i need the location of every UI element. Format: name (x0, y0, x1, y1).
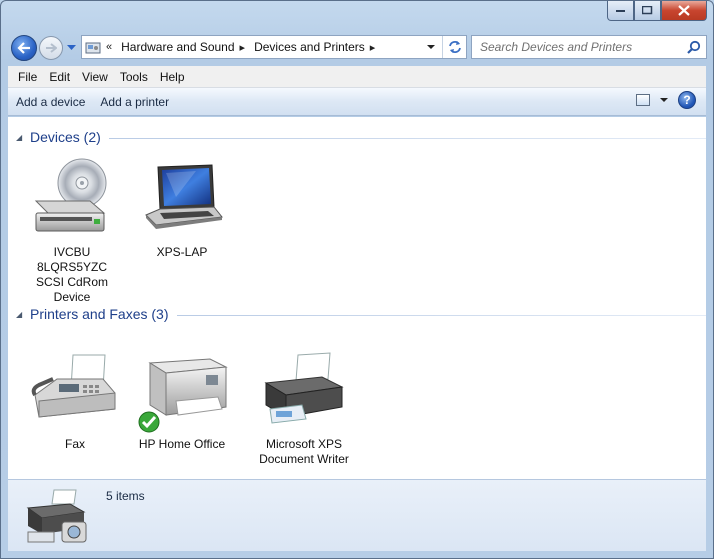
explorer-window: « Hardware and Sound ▸ Devices and Print… (0, 0, 714, 559)
recent-pages-button[interactable] (66, 43, 76, 53)
minimize-button[interactable] (607, 1, 634, 21)
back-arrow-icon (17, 42, 30, 54)
add-printer-button[interactable]: Add a printer (93, 95, 176, 109)
address-bar[interactable]: « Hardware and Sound ▸ Devices and Print… (81, 35, 467, 59)
chevron-down-icon (66, 45, 76, 50)
devices-group-title: Devices (2) (30, 129, 101, 145)
search-input[interactable] (480, 40, 680, 54)
minimize-icon (615, 9, 625, 12)
laptop-icon (136, 157, 228, 239)
address-dropdown-button[interactable] (422, 36, 440, 58)
breadcrumb-overflow[interactable]: « (106, 41, 112, 53)
breadcrumb-hardware-and-sound[interactable]: Hardware and Sound (118, 40, 237, 54)
device-tile-laptop[interactable]: XPS-LAP (136, 157, 228, 260)
cdrom-drive-icon (26, 157, 118, 239)
printer-label: Fax (64, 437, 85, 451)
collapse-triangle-icon[interactable]: ◢ (16, 310, 26, 319)
menu-bar: File Edit View Tools Help (8, 66, 706, 88)
maximize-icon (642, 6, 653, 15)
printer-label: HP Home Office (138, 437, 226, 451)
device-tile-cdrom[interactable]: IVCBU 8LQRS5YZC SCSI CdRom Device (26, 157, 118, 305)
item-count: 5 items (106, 489, 145, 503)
chevron-down-icon (427, 44, 435, 49)
details-pane: 5 items (8, 479, 706, 551)
help-button[interactable]: ? (678, 91, 696, 109)
device-label: XPS-LAP (156, 245, 208, 259)
printer-label: Microsoft XPS Document Writer (259, 437, 349, 466)
change-view-icon[interactable] (636, 94, 650, 106)
menu-view[interactable]: View (76, 70, 114, 84)
group-divider (176, 314, 706, 316)
device-label: IVCBU 8LQRS5YZC SCSI CdRom Device (35, 245, 109, 304)
printer-tile-xps-writer[interactable]: Microsoft XPS Document Writer (250, 349, 358, 467)
menu-file[interactable]: File (12, 70, 43, 84)
navigation-bar: « Hardware and Sound ▸ Devices and Print… (9, 31, 707, 63)
printers-group-title: Printers and Faxes (3) (30, 306, 169, 322)
menu-help[interactable]: Help (154, 70, 191, 84)
caption-buttons (607, 1, 707, 21)
default-printer-check-icon (138, 411, 160, 433)
breadcrumb-devices-and-printers[interactable]: Devices and Printers (251, 40, 368, 54)
printer-tile-fax[interactable]: Fax (29, 349, 121, 452)
menu-edit[interactable]: Edit (43, 70, 76, 84)
maximize-button[interactable] (634, 1, 661, 21)
fax-icon (29, 349, 121, 431)
close-icon (678, 5, 690, 16)
content-pane: ◢ Devices (2) IVCBU 8LQRS5YZC SCSI CdRom… (8, 117, 706, 479)
search-box (471, 35, 707, 59)
breadcrumb-separator[interactable]: ▸ (240, 41, 246, 54)
command-bar: Add a device Add a printer ? (8, 88, 706, 116)
forward-arrow-icon (46, 43, 57, 53)
group-divider (108, 137, 706, 139)
view-controls: ? (636, 91, 696, 109)
printer-icon (136, 349, 228, 433)
close-button[interactable] (661, 1, 707, 21)
menu-tools[interactable]: Tools (114, 70, 154, 84)
add-device-button[interactable]: Add a device (9, 95, 92, 109)
forward-button[interactable] (39, 36, 63, 60)
refresh-icon (448, 41, 461, 53)
printer-tile-hp-home-office[interactable]: HP Home Office (136, 349, 228, 452)
search-icon[interactable] (687, 40, 701, 57)
back-button[interactable] (11, 35, 37, 61)
breadcrumb-separator[interactable]: ▸ (370, 41, 376, 54)
chevron-down-icon[interactable] (660, 97, 668, 103)
devices-summary-icon (24, 488, 94, 548)
printers-group-header[interactable]: ◢ Printers and Faxes (3) (16, 306, 706, 322)
control-panel-icon (82, 36, 104, 58)
collapse-triangle-icon[interactable]: ◢ (16, 133, 26, 142)
refresh-button[interactable] (442, 36, 466, 58)
xps-printer-icon (250, 349, 358, 431)
devices-group-header[interactable]: ◢ Devices (2) (16, 129, 706, 145)
